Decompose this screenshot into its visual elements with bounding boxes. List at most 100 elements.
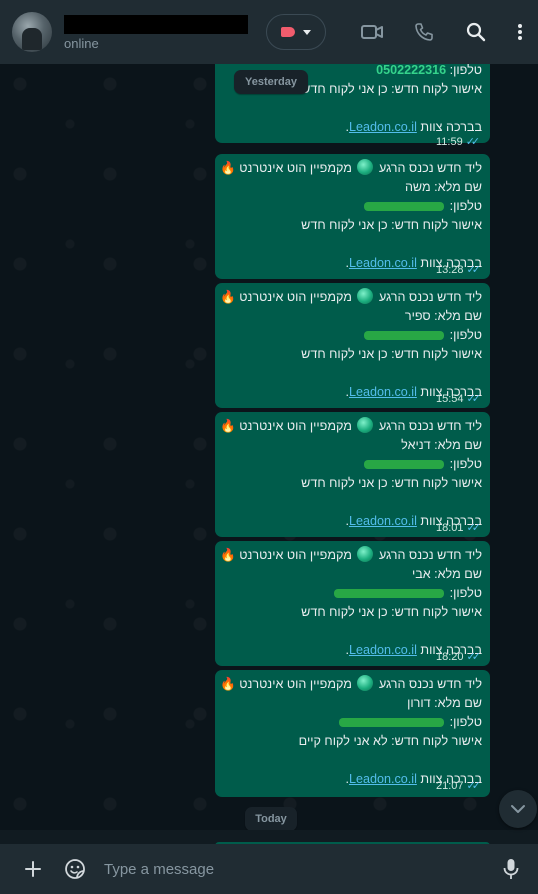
message-meta: 11:59 ✓✓ — [436, 135, 481, 149]
contact-name-redacted — [64, 15, 248, 34]
message-bubble[interactable]: ליד חדש נכנס הרגע מקמפיין הוט אינטרנט 🔥 … — [215, 154, 490, 279]
approval-line: אישור לקוח חדש: כן אני לקוח חדש — [301, 347, 482, 361]
fire-emoji-icon: 🔥 — [220, 419, 236, 433]
double-check-icon: ✓✓ — [465, 136, 481, 148]
message-bubble[interactable]: ליד חדש נכנס הרגע מקמפיין הוט אינטרנט 🔥 … — [215, 541, 490, 666]
name-line: שם מלא: דניאל — [401, 438, 482, 452]
message-meta: 13:28 ✓✓ — [436, 263, 482, 277]
sticker-button[interactable] — [56, 844, 94, 894]
contact-avatar[interactable] — [12, 12, 52, 52]
phone-redaction — [364, 331, 445, 341]
contact-info[interactable]: online — [64, 13, 248, 51]
message-meta: 15:54 ✓✓ — [436, 392, 482, 406]
label-chat-button[interactable] — [266, 14, 326, 50]
contact-status: online — [64, 36, 99, 51]
fire-emoji-icon: 🔥 — [220, 677, 236, 691]
leadon-link[interactable]: Leadon.co.il — [349, 514, 417, 528]
headline-line: ליד חדש נכנס הרגע מקמפיין הוט אינטרנט 🔥 — [220, 159, 482, 178]
phone-line: טלפון: — [223, 713, 482, 732]
header-actions — [266, 0, 538, 64]
double-check-icon: ✓✓ — [466, 264, 482, 276]
message-composer — [0, 844, 538, 894]
headline-text: ליד חדש נכנס הרגע — [378, 419, 482, 433]
approval-line: אישור לקוח חדש: כן אני לקוח חדש — [301, 218, 482, 232]
scroll-to-bottom-button[interactable] — [499, 790, 537, 828]
phone-redaction — [364, 460, 445, 470]
double-check-icon: ✓✓ — [466, 393, 482, 405]
message-time: 15:54 — [436, 392, 464, 405]
phone-label: טלפון: — [449, 328, 482, 342]
leadon-link[interactable]: Leadon.co.il — [349, 772, 417, 786]
globe-emoji-icon — [357, 417, 374, 433]
double-check-icon: ✓✓ — [466, 522, 482, 534]
double-check-icon: ✓✓ — [466, 651, 482, 663]
headline-line: ליד חדש נכנס הרגע מקמפיין הוט אינטרנט 🔥 — [220, 417, 482, 436]
phone-label: טלפון: — [449, 715, 482, 729]
fire-emoji-icon: 🔥 — [220, 290, 236, 304]
campaign-text: מקמפיין הוט אינטרנט — [239, 290, 352, 304]
phone-line: טלפון: — [223, 455, 482, 474]
message-time: 11:59 — [436, 135, 463, 148]
phone-number[interactable]: 0502222316 — [376, 64, 446, 77]
message-input[interactable] — [104, 850, 504, 888]
approval-line: אישור לקוח חדש: כן אני לקוח חדש — [301, 476, 482, 490]
phone-redaction — [339, 718, 445, 728]
globe-emoji-icon — [357, 546, 374, 562]
name-line: שם מלא: ספיר — [404, 309, 482, 323]
message-bubble[interactable]: ליד חדש נכנס הרגע מקמפיין הוט אינטרנט 🔥 … — [215, 412, 490, 537]
phone-line: טלפון: — [223, 584, 482, 603]
search-button[interactable] — [450, 6, 502, 58]
phone-line: טלפון: — [223, 197, 482, 216]
chat-header: online — [0, 0, 538, 64]
phone-label: טלפון: — [449, 457, 482, 471]
message-time: 18:20 — [436, 650, 464, 663]
name-line: שם מלא: דורון — [407, 696, 482, 710]
date-chip-today: Today — [245, 807, 297, 830]
globe-emoji-icon — [357, 159, 374, 175]
message-bubble[interactable]: ליד חדש נכנס הרגע מקמפיין הוט אינטרנט 🔥 … — [215, 283, 490, 408]
more-vertical-icon — [518, 24, 522, 40]
fire-emoji-icon: 🔥 — [220, 161, 236, 175]
approval-line: אישור לקוח חדש: לא אני לקוח קיים — [298, 734, 482, 748]
globe-emoji-icon — [357, 288, 374, 304]
message-meta: 18:20 ✓✓ — [436, 650, 482, 664]
phone-redaction — [334, 589, 445, 599]
headline-text: ליד חדש נכנס הרגע — [378, 290, 482, 304]
message-meta: 18:01 ✓✓ — [436, 521, 482, 535]
fire-emoji-icon: 🔥 — [220, 548, 236, 562]
leadon-link[interactable]: Leadon.co.il — [349, 120, 417, 134]
double-check-icon: ✓✓ — [466, 780, 482, 792]
attach-button[interactable] — [14, 844, 52, 894]
headline-text: ליד חדש נכנס הרגע — [378, 161, 482, 175]
message-list[interactable]: טלפון: 0502222316 אישור לקוח חדש: כן אני… — [0, 64, 538, 830]
phone-icon — [415, 23, 433, 41]
voice-call-button[interactable] — [398, 6, 450, 58]
phone-label: טלפון: — [449, 64, 482, 77]
leadon-link[interactable]: Leadon.co.il — [349, 643, 417, 657]
chevron-down-icon — [303, 29, 311, 35]
message-time: 18:01 — [436, 521, 464, 534]
headline-line: ליד חדש נכנס הרגע מקמפיין הוט אינטרנט 🔥 — [220, 546, 482, 565]
message-bubble[interactable]: ליד חדש נכנס הרגע מקמפיין הוט אינטרנט 🔥 … — [215, 670, 490, 797]
microphone-icon — [503, 859, 519, 879]
message-meta: 21:07 ✓✓ — [436, 779, 482, 793]
headline-text: ליד חדש נכנס הרגע — [378, 548, 482, 562]
date-chip-yesterday: Yesterday — [234, 70, 308, 94]
voice-message-button[interactable] — [492, 844, 530, 894]
phone-line: טלפון: — [223, 326, 482, 345]
headline-text: ליד חדש נכנס הרגע — [378, 677, 482, 691]
globe-emoji-icon — [357, 675, 374, 691]
name-line: שם מלא: אבי — [411, 567, 482, 581]
phone-label: טלפון: — [449, 199, 482, 213]
signoff-text: בברכה צוות — [420, 120, 482, 134]
video-call-button[interactable] — [346, 6, 398, 58]
leadon-link[interactable]: Leadon.co.il — [349, 385, 417, 399]
chevron-down-icon — [511, 805, 525, 813]
leadon-link[interactable]: Leadon.co.il — [349, 256, 417, 270]
message-time: 13:28 — [436, 263, 464, 276]
video-icon — [361, 25, 383, 39]
sticker-icon — [65, 859, 85, 879]
campaign-text: מקמפיין הוט אינטרנט — [239, 677, 352, 691]
menu-button[interactable] — [502, 6, 538, 58]
name-line: שם מלא: משה — [404, 180, 482, 194]
